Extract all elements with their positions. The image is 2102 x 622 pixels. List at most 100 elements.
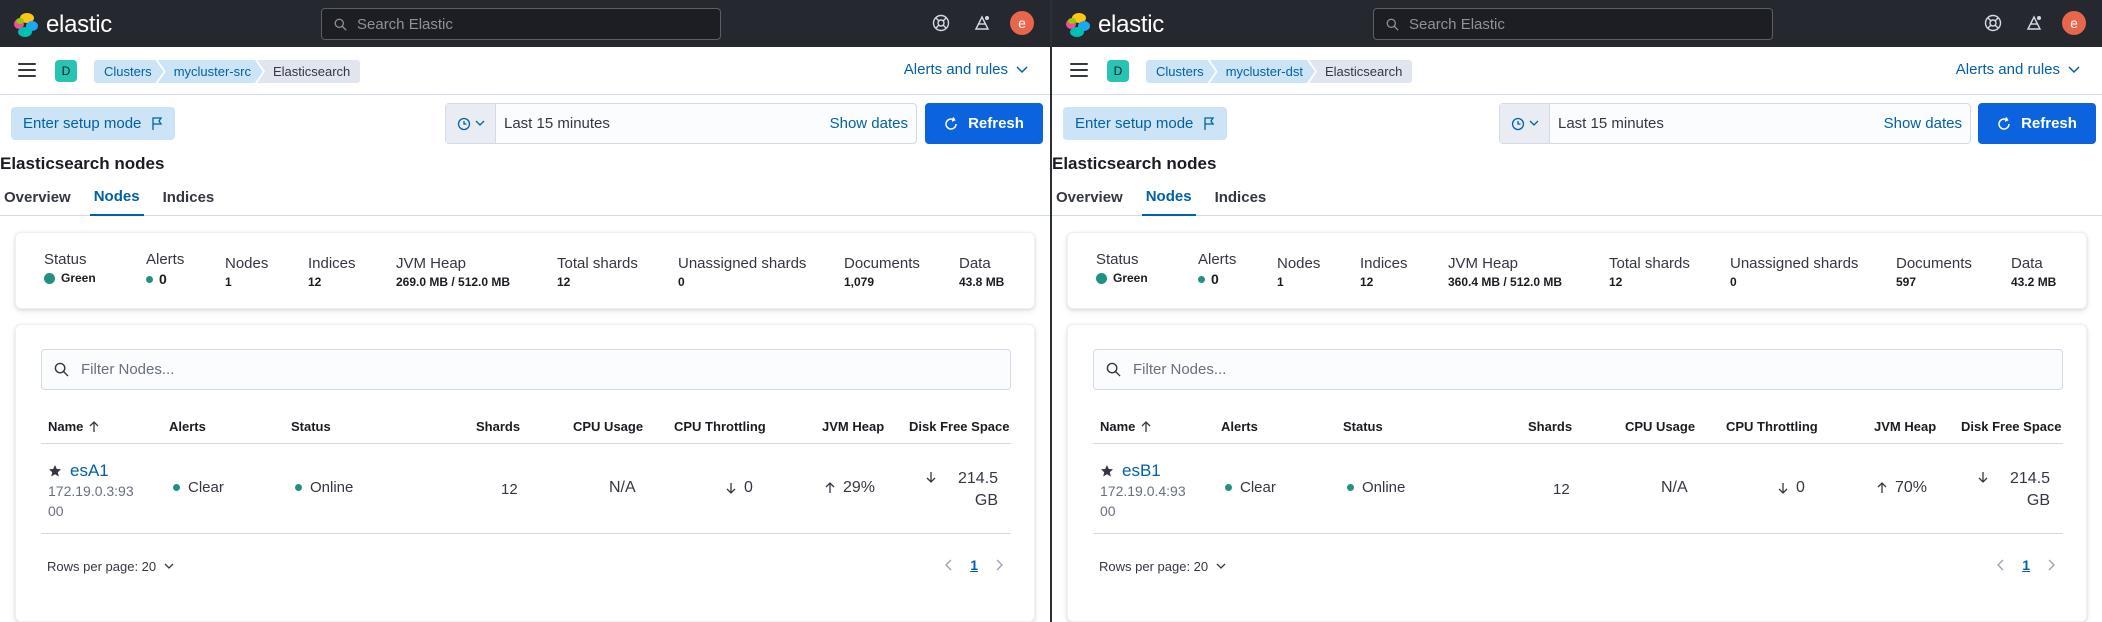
column-header-name[interactable]: Name	[1100, 419, 1151, 434]
node-name-link[interactable]: esB1	[1122, 461, 1161, 481]
column-header-cpu-usage[interactable]: CPU Usage	[1625, 419, 1695, 434]
quick-select-button[interactable]	[446, 104, 496, 143]
help-icon[interactable]	[930, 12, 952, 34]
refresh-button[interactable]: Refresh	[925, 103, 1043, 144]
global-header: elastic Search Elastic e	[1052, 0, 2102, 47]
alerts-cell[interactable]: Clear	[1225, 479, 1276, 496]
column-header-status[interactable]: Status	[1343, 419, 1383, 434]
breadcrumb-bar: D Clusters mycluster-src Elasticsearch A…	[0, 47, 1050, 95]
stat-nodes: Nodes 1	[225, 255, 268, 289]
alerts-and-rules-menu[interactable]: Alerts and rules	[904, 61, 1028, 78]
page-number[interactable]: 1	[970, 557, 978, 573]
column-header-cpu-throttling[interactable]: CPU Throttling	[674, 419, 766, 434]
rows-per-page-select[interactable]: Rows per page: 20	[47, 559, 174, 574]
quick-select-button[interactable]	[1500, 104, 1550, 143]
filter-placeholder: Filter Nodes...	[1133, 361, 1227, 378]
filter-nodes-input[interactable]: Filter Nodes...	[41, 349, 1011, 390]
help-icon[interactable]	[1982, 12, 2004, 34]
show-dates-link[interactable]: Show dates	[1884, 115, 1970, 132]
space-avatar[interactable]: D	[55, 60, 77, 82]
alerts-and-rules-menu[interactable]: Alerts and rules	[1956, 61, 2080, 78]
nodes-table-panel: Filter Nodes... Name Alerts Status Shard…	[15, 324, 1035, 622]
alerts-dot	[146, 275, 153, 283]
tab-nodes[interactable]: Nodes	[89, 179, 144, 216]
arrow-down-icon	[726, 483, 736, 494]
page-title: Elasticsearch nodes	[1052, 154, 1217, 173]
refresh-icon	[945, 116, 957, 130]
tab-indices[interactable]: Indices	[159, 179, 219, 216]
status-cell: Online	[295, 479, 353, 496]
logo-text: elastic	[1098, 11, 1164, 38]
show-dates-link[interactable]: Show dates	[830, 115, 916, 132]
status-dot	[1096, 272, 1107, 284]
news-icon[interactable]	[971, 12, 993, 34]
chevron-down-icon	[475, 120, 484, 126]
column-header-shards[interactable]: Shards	[1528, 419, 1572, 434]
stat-value: 1,079	[844, 275, 875, 289]
stat-value: Green	[61, 271, 96, 285]
node-address-line: 00	[48, 503, 64, 519]
alerts-cell[interactable]: Clear	[173, 479, 224, 496]
user-avatar[interactable]: e	[1010, 11, 1034, 35]
setup-mode-button[interactable]: Enter setup mode	[11, 107, 176, 140]
news-icon[interactable]	[2023, 12, 2045, 34]
time-range-text: Last 15 minutes	[504, 115, 610, 132]
elastic-logo[interactable]: elastic	[1066, 11, 1164, 39]
tab-indices[interactable]: Indices	[1211, 179, 1271, 216]
hamburger-icon[interactable]	[18, 63, 36, 77]
chevron-left-icon[interactable]	[1996, 559, 2004, 571]
global-header: elastic Search Elastic e	[0, 0, 1050, 47]
breadcrumb-clusters[interactable]: Clusters	[1146, 60, 1216, 83]
tab-nodes[interactable]: Nodes	[1141, 179, 1196, 216]
column-header-shards[interactable]: Shards	[476, 419, 520, 434]
breadcrumb-clusters[interactable]: Clusters	[94, 60, 164, 83]
chevron-right-icon[interactable]	[996, 559, 1004, 571]
calendar-icon	[1511, 117, 1524, 130]
stat-unassigned-shards: Unassigned shards 0	[1730, 255, 1858, 289]
chevron-down-icon	[1016, 65, 1028, 73]
user-avatar[interactable]: e	[2062, 11, 2086, 35]
date-picker[interactable]: Last 15 minutes Show dates	[1499, 103, 1971, 144]
breadcrumb-elasticsearch: Elasticsearch	[1308, 60, 1413, 83]
column-header-disk-free-space[interactable]: Disk Free Space	[1961, 419, 2061, 434]
arrow-up-icon	[825, 482, 835, 493]
cpu-usage-cell: N/A	[1661, 479, 1688, 496]
alerts-cell-text: Clear	[188, 479, 224, 496]
hamburger-icon[interactable]	[1070, 63, 1088, 77]
filter-nodes-input[interactable]: Filter Nodes...	[1093, 349, 2063, 390]
space-avatar[interactable]: D	[1107, 60, 1129, 82]
column-header-cpu-usage[interactable]: CPU Usage	[573, 419, 643, 434]
logo-text: elastic	[46, 11, 112, 38]
global-search-input[interactable]: Search Elastic	[321, 8, 721, 40]
column-header-disk-free-space[interactable]: Disk Free Space	[909, 419, 1009, 434]
column-header-name[interactable]: Name	[48, 419, 99, 434]
status-cell-text: Online	[1362, 479, 1406, 496]
column-header-cpu-throttling[interactable]: CPU Throttling	[1726, 419, 1818, 434]
date-picker[interactable]: Last 15 minutes Show dates	[445, 103, 917, 144]
chevron-left-icon[interactable]	[944, 559, 952, 571]
page-number[interactable]: 1	[2022, 557, 2030, 573]
column-header-status[interactable]: Status	[291, 419, 331, 434]
refresh-button[interactable]: Refresh	[1978, 103, 2096, 144]
column-header-jvm-heap[interactable]: JVM Heap	[1874, 419, 1936, 434]
breadcrumb-cluster[interactable]: mycluster-dst	[1210, 60, 1315, 83]
global-search-input[interactable]: Search Elastic	[1373, 8, 1773, 40]
node-name-link[interactable]: esA1	[70, 461, 109, 481]
node-name-cell: esB1	[1100, 461, 1161, 481]
tab-overview[interactable]: Overview	[1052, 179, 1127, 216]
rows-per-page-select[interactable]: Rows per page: 20	[1099, 559, 1226, 574]
elastic-logo[interactable]: elastic	[14, 11, 112, 39]
refresh-icon	[1998, 116, 2010, 130]
table-row-divider	[41, 533, 1011, 534]
breadcrumb: Clusters mycluster-dst Elasticsearch	[1146, 60, 1413, 83]
chevron-right-icon[interactable]	[2048, 559, 2056, 571]
setup-mode-button[interactable]: Enter setup mode	[1063, 107, 1228, 140]
column-header-jvm-heap[interactable]: JVM Heap	[822, 419, 884, 434]
tab-overview[interactable]: Overview	[0, 179, 75, 216]
setup-mode-label: Enter setup mode	[23, 115, 142, 132]
cpu-throttling-value: 0	[1796, 479, 1805, 496]
jvm-heap-value: 29%	[843, 479, 876, 496]
breadcrumb-cluster[interactable]: mycluster-src	[158, 60, 263, 83]
cpu-throttling-cell: 0	[726, 479, 753, 497]
cpu-usage-cell: N/A	[609, 479, 636, 496]
